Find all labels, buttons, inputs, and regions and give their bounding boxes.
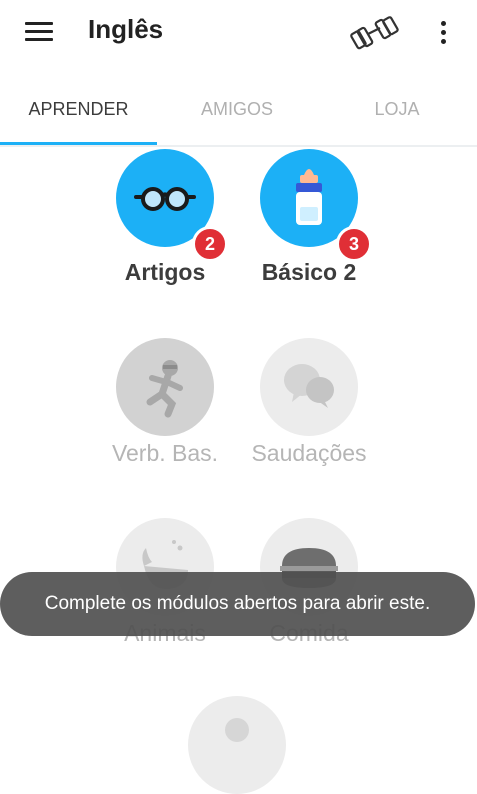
skill-label: Básico 2 bbox=[261, 259, 357, 285]
skill-circle bbox=[260, 338, 358, 436]
skill-label: Verb. Bas. bbox=[111, 440, 219, 466]
skill-circle bbox=[188, 696, 286, 794]
locked-skill-icon bbox=[225, 718, 249, 742]
skill-artigos[interactable]: 2 Artigos bbox=[85, 149, 245, 294]
toast-message: Complete os módulos abertos para abrir e… bbox=[0, 572, 475, 636]
skill-locked-bottom[interactable] bbox=[157, 696, 317, 794]
tab-amigos[interactable]: AMIGOS bbox=[157, 84, 317, 134]
more-vert-icon[interactable] bbox=[434, 19, 452, 47]
skill-label: Saudações bbox=[251, 440, 367, 466]
speech-bubbles-icon bbox=[284, 364, 334, 408]
tab-aprender[interactable]: APRENDER bbox=[0, 84, 157, 134]
running-ninja-icon bbox=[146, 360, 183, 418]
skill-badge: 2 bbox=[192, 226, 228, 262]
tab-bar: APRENDER AMIGOS LOJA bbox=[0, 84, 477, 146]
tab-loja[interactable]: LOJA bbox=[317, 84, 477, 134]
skill-saudacoes[interactable]: Saudações bbox=[229, 338, 389, 478]
app-bar: Inglês bbox=[0, 0, 477, 66]
dumbbell-icon[interactable] bbox=[348, 14, 400, 54]
page-title: Inglês bbox=[88, 14, 164, 44]
skill-circle bbox=[116, 338, 214, 436]
skill-verb-bas[interactable]: Verb. Bas. bbox=[85, 338, 245, 478]
tabs-divider bbox=[0, 145, 477, 147]
skill-badge: 3 bbox=[336, 226, 372, 262]
menu-icon[interactable] bbox=[25, 22, 53, 42]
skill-basico-2[interactable]: 3 Básico 2 bbox=[229, 149, 389, 294]
skill-label: Artigos bbox=[124, 259, 206, 285]
